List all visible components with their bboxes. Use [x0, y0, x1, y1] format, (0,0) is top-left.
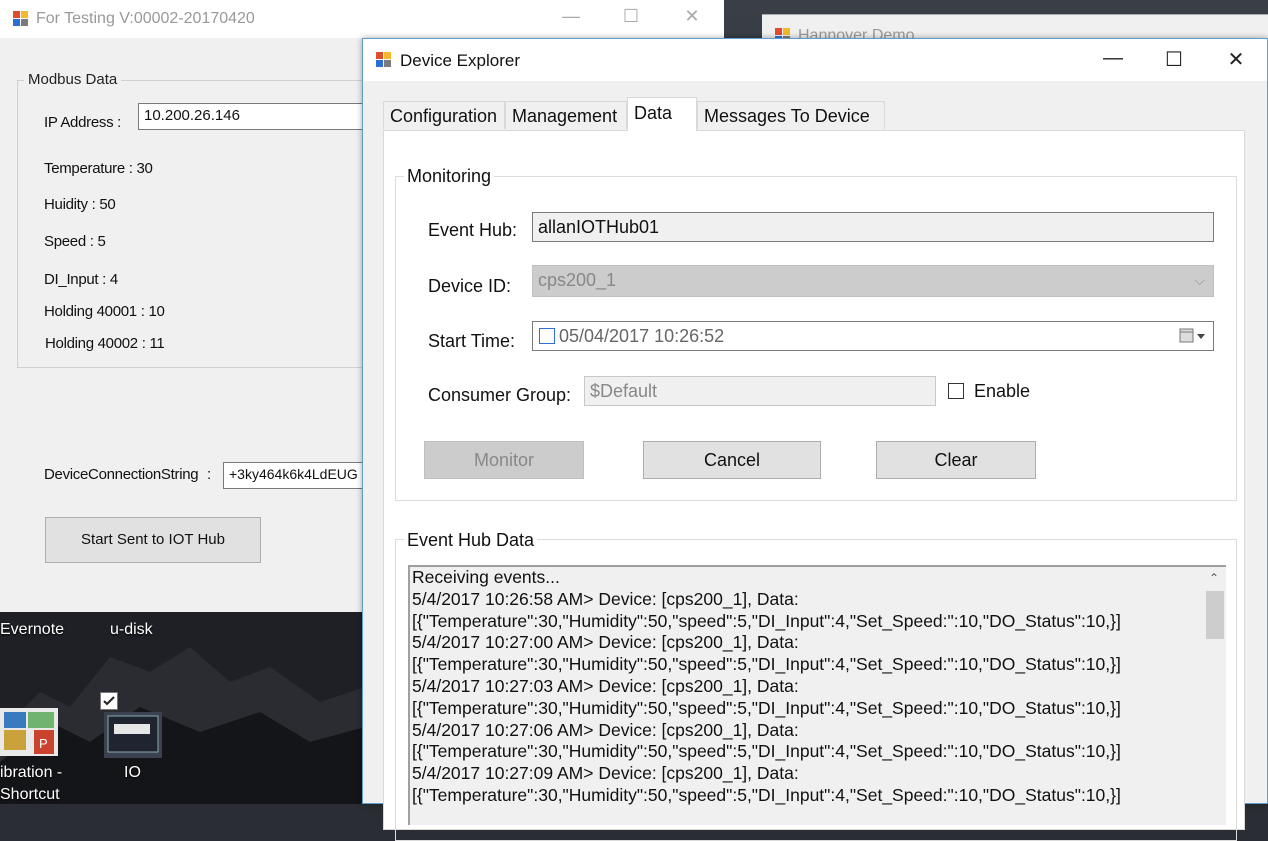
- event-hub-data-group: Receiving events... 5/4/2017 10:26:58 AM>…: [395, 539, 1237, 841]
- event-log-line: 5/4/2017 10:26:58 AM> Device: [cps200_1]…: [412, 588, 799, 609]
- window-title: Device Explorer: [400, 51, 520, 70]
- device-id-value: cps200_1: [538, 270, 617, 290]
- event-log-lines: Receiving events... 5/4/2017 10:26:58 AM>…: [410, 567, 1226, 807]
- desktop-icon-io-label[interactable]: IO: [124, 764, 141, 782]
- close-icon[interactable]: ✕: [672, 6, 712, 27]
- modbus-data-legend: Modbus Data: [24, 71, 122, 88]
- monitoring-legend: Monitoring: [404, 166, 495, 187]
- event-log-line: Receiving events...: [412, 567, 560, 587]
- powerpoint-shortcut-icon[interactable]: P: [0, 708, 60, 758]
- speed-value: Speed : 5: [44, 233, 106, 250]
- desktop-icon-evernote-label[interactable]: Evernote: [0, 621, 64, 639]
- tab-data[interactable]: Data: [627, 97, 697, 131]
- event-hub-data-textbox[interactable]: Receiving events... 5/4/2017 10:26:58 AM>…: [408, 565, 1226, 825]
- enable-checkbox[interactable]: [948, 383, 964, 399]
- app-icon: [12, 10, 30, 33]
- vertical-scrollbar[interactable]: ⌃: [1204, 567, 1226, 825]
- humidity-value: Huidity : 50: [44, 196, 116, 213]
- maximize-icon[interactable]: ☐: [1151, 47, 1197, 72]
- event-hub-input[interactable]: allanIOTHub01: [532, 212, 1214, 242]
- start-time-label: Start Time:: [428, 331, 516, 351]
- window-title: For Testing V:00002-20170420: [36, 10, 255, 27]
- holding-40002-value: Holding 40002 : 11: [45, 335, 165, 352]
- io-app-icon[interactable]: [104, 712, 162, 758]
- event-hub-data-legend: Event Hub Data: [404, 530, 538, 551]
- svg-text:P: P: [39, 736, 48, 751]
- chevron-down-icon: ⌵: [1194, 272, 1205, 288]
- event-log-line: 5/4/2017 10:27:06 AM> Device: [cps200_1]…: [412, 719, 799, 740]
- consumer-group-label: Consumer Group:: [428, 385, 572, 405]
- start-time-value: 05/04/2017 10:26:52: [559, 326, 725, 346]
- ip-address-label: IP Address :: [44, 114, 122, 131]
- monitor-button[interactable]: Monitor: [424, 441, 584, 479]
- tab-configuration[interactable]: Configuration: [383, 101, 505, 129]
- event-log-line: [{"Temperature":30,"Humidity":50,"speed"…: [412, 654, 1121, 675]
- event-log-line: [{"Temperature":30,"Humidity":50,"speed"…: [412, 610, 1121, 631]
- event-log-line: 5/4/2017 10:27:03 AM> Device: [cps200_1]…: [412, 675, 799, 696]
- desktop-icon-calibration-label[interactable]: ibration -: [0, 764, 62, 782]
- enable-label[interactable]: Enable: [974, 381, 1030, 402]
- event-log-line: 5/4/2017 10:27:00 AM> Device: [cps200_1]…: [412, 632, 799, 653]
- app-icon: [375, 51, 393, 74]
- event-log-line: [{"Temperature":30,"Humidity":50,"speed"…: [412, 784, 1121, 805]
- event-log-line: [{"Temperature":30,"Humidity":50,"speed"…: [412, 741, 1121, 762]
- start-time-checkbox[interactable]: [539, 328, 555, 344]
- maximize-icon[interactable]: ☐: [611, 6, 651, 27]
- temperature-value: Temperature : 30: [44, 160, 153, 177]
- desktop-icon-calibration-label-2[interactable]: Shortcut: [0, 786, 60, 804]
- device-id-label: Device ID:: [428, 276, 512, 296]
- event-hub-label: Event Hub:: [428, 220, 518, 240]
- title-bar[interactable]: Device Explorer — ☐ ✕: [363, 39, 1267, 81]
- desktop-icon-udisk-label[interactable]: u-disk: [110, 621, 153, 639]
- checkbox-icon[interactable]: [100, 692, 118, 710]
- data-tab-page: Monitoring Event Hub: allanIOTHub01 Devi…: [383, 130, 1245, 841]
- tab-management[interactable]: Management: [505, 101, 627, 129]
- device-id-select[interactable]: cps200_1 ⌵: [532, 265, 1214, 297]
- device-connection-string-colon: :: [207, 466, 211, 483]
- close-icon[interactable]: ✕: [1213, 47, 1259, 72]
- tab-messages-to-device[interactable]: Messages To Device: [697, 101, 885, 129]
- client-area: Configuration Management Data Messages T…: [363, 81, 1267, 841]
- scrollbar-thumb[interactable]: [1206, 591, 1224, 639]
- cancel-button[interactable]: Cancel: [643, 441, 821, 479]
- ip-address-input[interactable]: 10.200.26.146: [138, 103, 378, 130]
- start-sent-to-iot-hub-button[interactable]: Start Sent to IOT Hub: [45, 517, 261, 563]
- di-input-value: DI_Input : 4: [44, 271, 118, 288]
- holding-40001-value: Holding 40001 : 10: [44, 303, 165, 320]
- start-time-picker[interactable]: 05/04/2017 10:26:52: [532, 321, 1214, 351]
- minimize-icon[interactable]: —: [551, 6, 591, 27]
- event-log-line: [{"Temperature":30,"Humidity":50,"speed"…: [412, 697, 1121, 718]
- consumer-group-input[interactable]: $Default: [584, 376, 936, 406]
- device-connection-string-input[interactable]: +3ky464k6k4LdEUG: [223, 462, 383, 489]
- device-connection-string-label: DeviceConnectionString: [44, 466, 199, 483]
- event-log-line: 5/4/2017 10:27:09 AM> Device: [cps200_1]…: [412, 763, 799, 784]
- clear-button[interactable]: Clear: [876, 441, 1036, 479]
- minimize-icon[interactable]: —: [1090, 47, 1136, 70]
- scroll-up-icon[interactable]: ⌃: [1209, 571, 1219, 585]
- device-explorer-window[interactable]: Device Explorer — ☐ ✕ Configuration Mana…: [362, 38, 1268, 841]
- calendar-dropdown-icon[interactable]: [1179, 327, 1207, 350]
- title-bar[interactable]: For Testing V:00002-20170420 — ☐ ✕: [0, 0, 724, 38]
